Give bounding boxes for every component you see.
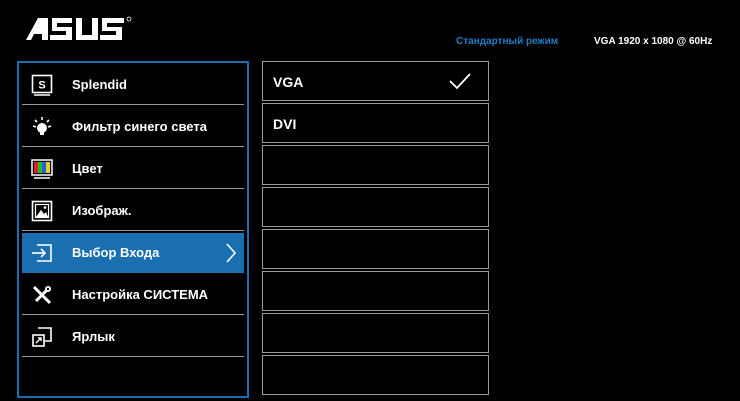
menu-item-label: Ярлык [72, 329, 115, 344]
menu-item-shortcut[interactable]: Ярлык [22, 317, 244, 357]
menu-item-label: Фильтр синего света [72, 119, 207, 134]
menu-item-label: Выбор Входа [72, 245, 160, 260]
mode-label: Стандартный режим [456, 36, 559, 47]
submenu-item-empty [262, 313, 489, 353]
submenu-item-label: DVI [273, 116, 297, 132]
submenu-item-empty [262, 187, 489, 227]
asus-logo [26, 16, 132, 40]
menu-item-system-setup[interactable]: Настройка СИСТЕМА [22, 275, 244, 315]
menu-item-image[interactable]: Изображ. [22, 191, 244, 231]
chevron-right-icon [226, 243, 237, 263]
submenu-item-empty [262, 145, 489, 185]
osd-header: Стандартный режим VGA 1920 x 1080 @ 60Hz [0, 0, 740, 55]
input-select-icon [32, 244, 52, 262]
bluelight-icon [32, 117, 52, 135]
menu-item-empty [22, 359, 244, 399]
shortcut-icon [32, 327, 52, 347]
submenu-item-empty [262, 355, 489, 395]
resolution-label: VGA 1920 x 1080 @ 60Hz [594, 36, 713, 47]
main-menu: S Splendid Фильтр синего света Цвет Изоб… [17, 61, 249, 398]
checkmark-icon [449, 73, 471, 90]
color-icon [31, 159, 53, 179]
svg-text:S: S [38, 80, 45, 92]
menu-item-label: Splendid [72, 77, 127, 92]
submenu-item-label: VGA [273, 74, 304, 90]
splendid-icon: S [31, 74, 53, 96]
input-select-submenu: VGA DVI [262, 61, 489, 397]
menu-item-label: Настройка СИСТЕМА [72, 287, 209, 302]
image-icon [31, 200, 53, 222]
submenu-item-vga[interactable]: VGA [262, 61, 489, 101]
menu-item-color[interactable]: Цвет [22, 149, 244, 189]
menu-item-splendid[interactable]: S Splendid [22, 65, 244, 105]
menu-item-input-select[interactable]: Выбор Входа [22, 233, 244, 273]
monitor-osd: Стандартный режим VGA 1920 x 1080 @ 60Hz… [0, 0, 740, 401]
submenu-item-dvi[interactable]: DVI [262, 103, 489, 143]
system-setup-icon [32, 285, 52, 305]
submenu-item-empty [262, 271, 489, 311]
menu-item-blue-light-filter[interactable]: Фильтр синего света [22, 107, 244, 147]
submenu-item-empty [262, 229, 489, 269]
menu-item-label: Изображ. [72, 203, 132, 218]
menu-item-label: Цвет [72, 161, 103, 176]
